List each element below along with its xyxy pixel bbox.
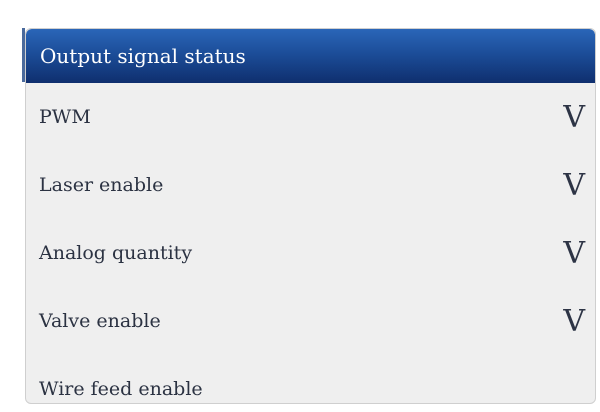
signal-row-wire-feed-enable: Wire feed enable <box>26 355 595 403</box>
signal-status-mark: V <box>563 99 585 135</box>
output-signal-status-panel: Output signal status PWM V Laser enable … <box>25 28 596 404</box>
signal-label: Wire feed enable <box>39 378 203 400</box>
signal-label: Analog quantity <box>39 242 193 264</box>
signal-row-analog-quantity: Analog quantity V <box>26 219 595 287</box>
panel-title: Output signal status <box>26 29 595 83</box>
signal-label: Valve enable <box>39 310 161 332</box>
signal-row-pwm: PWM V <box>26 83 595 151</box>
signal-status-mark: V <box>563 235 585 271</box>
signal-list: PWM V Laser enable V Analog quantity V V… <box>26 83 595 403</box>
signal-status-mark: V <box>563 167 585 203</box>
signal-row-laser-enable: Laser enable V <box>26 151 595 219</box>
signal-row-valve-enable: Valve enable V <box>26 287 595 355</box>
signal-label: Laser enable <box>39 174 164 196</box>
signal-label: PWM <box>39 106 91 128</box>
signal-status-mark: V <box>563 303 585 339</box>
